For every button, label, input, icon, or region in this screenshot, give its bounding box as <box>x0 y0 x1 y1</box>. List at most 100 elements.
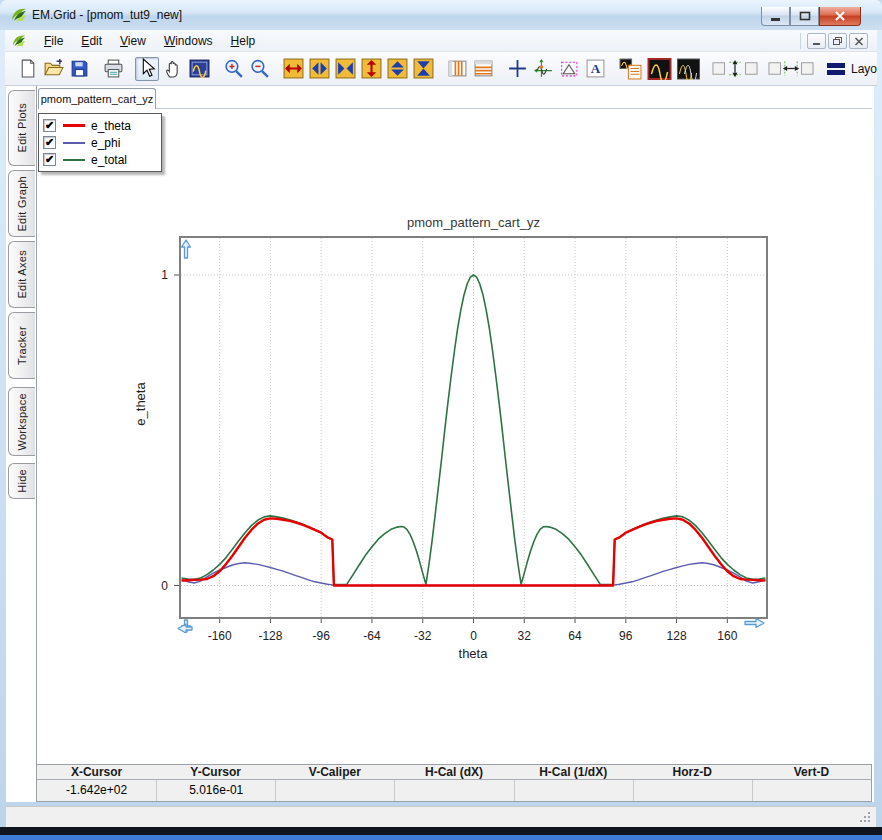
maximize-button[interactable] <box>790 7 819 26</box>
status-col-x-cursor: X-Cursor <box>37 765 156 780</box>
layout-label: Layout <box>851 62 877 76</box>
vertical-sections-icon[interactable] <box>445 57 469 81</box>
side-tab-label: Edit Plots <box>16 103 28 152</box>
side-tab-label: Workspace <box>16 393 28 451</box>
stretch-x-icon[interactable] <box>307 57 331 81</box>
y-tick-label: 1 <box>142 268 168 282</box>
status-value-6 <box>752 780 871 801</box>
child-close-button[interactable] <box>849 33 868 49</box>
y-tick-label: 0 <box>142 579 168 593</box>
cursor-status-table: X-CursorY-CursorV-CaliperH-Cal (dX)H-Cal… <box>36 764 872 802</box>
legend-row-e_total: ✔ e_total <box>43 151 157 168</box>
side-tab-label: Edit Axes <box>16 250 28 299</box>
minimize-button[interactable] <box>761 7 790 26</box>
document-tab[interactable]: pmom_pattern_cart_yz <box>38 88 156 109</box>
menu-edit[interactable]: Edit <box>72 31 111 51</box>
plot-area[interactable] <box>172 229 782 633</box>
window-buttons <box>761 7 861 26</box>
status-value-2 <box>275 780 394 801</box>
draw-shape-icon[interactable] <box>557 57 581 81</box>
zoom-out-icon[interactable] <box>247 57 271 81</box>
status-value-0: -1.642e+02 <box>37 780 156 801</box>
shrink-x-icon[interactable] <box>333 57 357 81</box>
legend-checkbox-e_phi[interactable]: ✔ <box>43 136 56 149</box>
y-axis-handle-up <box>182 240 191 258</box>
legend-label: e_theta <box>91 119 131 133</box>
app-window: EM.Grid - [pmom_tut9_new] FileEditViewWi… <box>0 0 882 840</box>
legend-swatch-e_phi <box>63 142 85 144</box>
resize-grip[interactable] <box>858 810 872 824</box>
legend-swatch-e_total <box>63 159 85 161</box>
y-axis-label: e_theta <box>133 364 149 444</box>
toolbar: A Layout <box>5 52 877 86</box>
tab-row-divider <box>156 108 872 109</box>
close-button[interactable] <box>819 7 861 26</box>
save-file-icon[interactable] <box>67 57 91 81</box>
menu-items: FileEditViewWindowsHelp <box>35 31 264 51</box>
fit-horizontal-icon[interactable] <box>768 57 814 81</box>
menu-file[interactable]: File <box>35 31 72 51</box>
app-logo-icon-small <box>11 33 27 49</box>
window-bottom-edge <box>0 827 882 835</box>
expand-y-icon[interactable] <box>359 57 383 81</box>
window-title: EM.Grid - [pmom_tut9_new] <box>32 8 182 22</box>
menu-view[interactable]: View <box>111 31 155 51</box>
status-col-h-cal-dx-: H-Cal (dX) <box>394 765 513 780</box>
legend-row-e_phi: ✔ e_phi <box>43 134 157 151</box>
desktop-strip <box>0 835 882 840</box>
tracker-icon[interactable] <box>531 57 555 81</box>
open-file-icon[interactable] <box>41 57 65 81</box>
child-restore-button[interactable] <box>828 33 847 49</box>
autoscale-plot-icon[interactable] <box>187 57 211 81</box>
expand-x-icon[interactable] <box>281 57 305 81</box>
horizontal-sections-icon[interactable] <box>471 57 495 81</box>
legend-row-e_theta: ✔ e_theta <box>43 117 157 134</box>
status-col-y-cursor: Y-Cursor <box>156 765 275 780</box>
plot-report-icon[interactable] <box>617 57 644 81</box>
status-value-4 <box>514 780 633 801</box>
status-value-3 <box>394 780 513 801</box>
status-value-5 <box>633 780 752 801</box>
fit-vertical-icon[interactable] <box>712 57 758 81</box>
side-tab-edit-axes[interactable]: Edit Axes <box>8 241 35 308</box>
legend-label: e_phi <box>91 136 120 150</box>
menu-help[interactable]: Help <box>222 31 265 51</box>
child-minimize-button[interactable] <box>807 33 826 49</box>
x-axis-handle-left <box>178 624 192 633</box>
legend-checkbox-e_total[interactable]: ✔ <box>43 153 56 166</box>
svg-text:A: A <box>590 61 600 76</box>
single-plot-icon[interactable] <box>646 57 673 81</box>
status-col-horz-d: Horz-D <box>633 765 752 780</box>
print-icon[interactable] <box>101 57 125 81</box>
x-axis-label: theta <box>433 646 513 661</box>
curve-e_theta <box>182 518 766 585</box>
menu-windows[interactable]: Windows <box>155 31 222 51</box>
layout-button[interactable]: Layout <box>826 59 877 79</box>
new-file-icon[interactable] <box>15 57 39 81</box>
menubar: FileEditViewWindowsHelp <box>5 30 877 52</box>
x-axis-handle-right <box>745 619 764 628</box>
side-tab-tracker[interactable]: Tracker <box>8 312 35 379</box>
legend-box: ✔ e_theta ✔ e_phi ✔ e_total <box>38 113 162 172</box>
shrink-y-icon[interactable] <box>411 57 435 81</box>
pan-hand-icon[interactable] <box>161 57 185 81</box>
zoom-in-icon[interactable] <box>221 57 245 81</box>
side-tab-workspace[interactable]: Workspace <box>8 387 35 456</box>
text-annotation-icon[interactable]: A <box>583 57 607 81</box>
legend-checkbox-e_theta[interactable]: ✔ <box>43 119 56 132</box>
layout-icon <box>826 59 846 79</box>
side-tab-edit-plots[interactable]: Edit Plots <box>8 90 35 166</box>
status-value-1: 5.016e-01 <box>156 780 275 801</box>
status-col-vert-d: Vert-D <box>752 765 871 780</box>
stretch-y-icon[interactable] <box>385 57 409 81</box>
multi-plot-icon[interactable] <box>675 57 702 81</box>
status-col-h-cal-1-dx-: H-Cal (1/dX) <box>514 765 633 780</box>
select-cursor-icon[interactable] <box>135 57 159 81</box>
side-tab-hide[interactable]: Hide <box>8 463 35 499</box>
legend-swatch-e_theta <box>63 124 85 127</box>
legend-label: e_total <box>91 153 127 167</box>
status-col-v-caliper: V-Caliper <box>275 765 394 780</box>
crosshair-icon[interactable] <box>505 57 529 81</box>
side-tab-edit-graph[interactable]: Edit Graph <box>8 170 35 237</box>
titlebar: EM.Grid - [pmom_tut9_new] <box>0 0 882 30</box>
